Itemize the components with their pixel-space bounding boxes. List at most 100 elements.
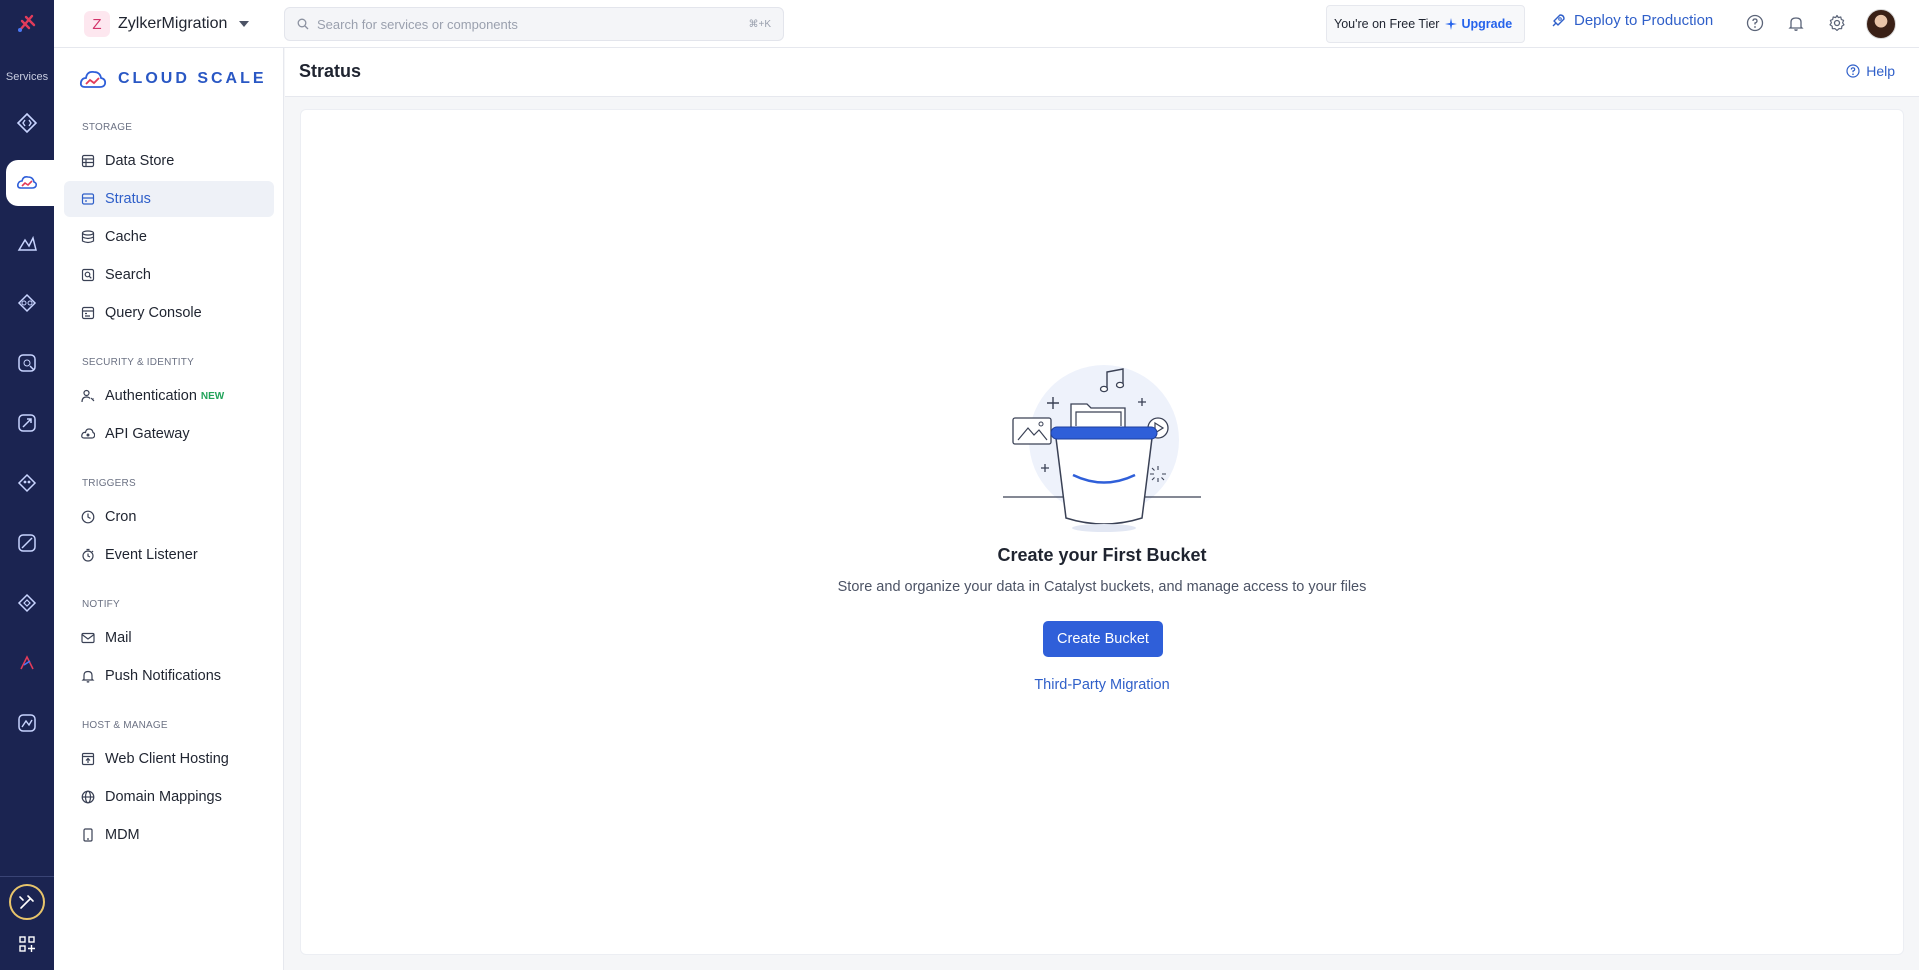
page-header: Stratus Help: [285, 48, 1919, 97]
new-badge: NEW: [200, 390, 225, 402]
cloudscale-title: CLOUD SCALE: [118, 70, 267, 87]
catalyst-logo-icon[interactable]: [12, 8, 42, 38]
bucket-illustration-icon: [1003, 365, 1201, 532]
deploy-to-production-button[interactable]: Deploy to Production: [1550, 12, 1713, 29]
sidebar-item-label: Authentication: [105, 388, 197, 404]
sidebar-item-label: Search: [105, 267, 151, 283]
upgrade-label: Upgrade: [1461, 17, 1513, 31]
help-link[interactable]: Help: [1846, 63, 1895, 79]
rail-serverless-icon[interactable]: [13, 109, 41, 137]
sidebar-item-event-listener[interactable]: Event Listener: [64, 537, 274, 573]
sidebar-item-label: Domain Mappings: [105, 789, 222, 805]
deploy-label: Deploy to Production: [1574, 12, 1714, 29]
sidebar-item-label: Event Listener: [105, 547, 198, 563]
sidebar-item-label: Data Store: [105, 153, 175, 169]
cloudscale-brand: CLOUD SCALE: [78, 66, 267, 92]
rail-zia-services-icon[interactable]: [13, 709, 41, 737]
sidebar-item-push-notifications[interactable]: Push Notifications: [64, 658, 274, 694]
rocket-icon: [1552, 13, 1565, 26]
sidebar-item-authentication[interactable]: Authentication NEW: [64, 378, 274, 414]
search-input[interactable]: [317, 16, 749, 32]
create-bucket-button[interactable]: Create Bucket: [1043, 621, 1163, 657]
mobile-device-icon: [81, 828, 95, 842]
section-triggers: TRIGGERS: [82, 478, 136, 489]
section-host-manage: HOST & MANAGE: [82, 720, 168, 731]
user-key-icon: [81, 389, 95, 403]
cloudscale-sidebar: CLOUD SCALE STORAGE Data Store Stratus C…: [54, 48, 284, 970]
help-circle-icon: [1846, 64, 1860, 78]
bell-icon: [81, 669, 95, 683]
empty-state-description: Store and organize your data in Catalyst…: [837, 579, 1367, 595]
cloudscale-logo-icon: [79, 70, 107, 88]
project-name: ZylkerMigration: [118, 15, 228, 32]
sidebar-item-cache[interactable]: Cache: [64, 219, 274, 255]
settings-gear-icon[interactable]: [1826, 12, 1848, 34]
sidebar-item-search[interactable]: Search: [64, 257, 274, 293]
bucket-icon: [81, 192, 95, 206]
empty-state-panel: Create your First Bucket Store and organ…: [300, 109, 1904, 955]
sidebar-item-mail[interactable]: Mail: [64, 620, 274, 656]
chevron-down-icon: [239, 21, 250, 27]
globe-icon: [81, 790, 95, 804]
notification-bell-icon[interactable]: [1785, 12, 1807, 34]
search-box-icon: [81, 268, 95, 282]
global-search[interactable]: ⌘+K: [284, 7, 784, 41]
clock-icon: [81, 510, 95, 524]
sparkle-icon: [1445, 18, 1458, 30]
gateway-icon: [81, 427, 95, 441]
sidebar-item-label: Query Console: [105, 305, 202, 321]
rail-quickml-icon[interactable]: [13, 649, 41, 677]
rail-devops-icon[interactable]: [13, 409, 41, 437]
rail-divider: [0, 876, 54, 877]
rail-connector-icon[interactable]: [13, 289, 41, 317]
search-shortcut: ⌘+K: [748, 18, 771, 30]
sidebar-item-label: Cache: [105, 229, 147, 245]
project-avatar: Z: [84, 11, 110, 37]
sidebar-item-query-console[interactable]: Query Console: [64, 295, 274, 331]
sidebar-item-web-client-hosting[interactable]: Web Client Hosting: [64, 741, 274, 777]
sidebar-item-api-gateway[interactable]: API Gateway: [64, 416, 274, 452]
free-tier-banner: You're on Free Tier Upgrade: [1326, 5, 1525, 43]
project-switcher[interactable]: Z ZylkerMigration: [84, 11, 250, 37]
developer-tools-icon[interactable]: [9, 884, 45, 920]
sidebar-item-mdm[interactable]: MDM: [64, 817, 274, 853]
rail-slate-icon[interactable]: [13, 589, 41, 617]
sidebar-item-label: Stratus: [105, 191, 151, 207]
user-avatar[interactable]: [1866, 9, 1896, 39]
sidebar-item-data-store[interactable]: Data Store: [64, 143, 274, 179]
console-icon: [81, 306, 95, 320]
tier-text: You're on Free Tier: [1334, 17, 1440, 31]
sidebar-item-label: Web Client Hosting: [105, 751, 229, 767]
section-storage: STORAGE: [82, 122, 133, 133]
help-circle-icon[interactable]: [1744, 12, 1766, 34]
stopwatch-icon: [81, 548, 95, 562]
sidebar-item-label: Cron: [105, 509, 137, 525]
sidebar-item-label: API Gateway: [105, 426, 190, 442]
section-security-identity: SECURITY & IDENTITY: [82, 357, 194, 368]
upload-window-icon: [81, 752, 95, 766]
empty-state-title: Create your First Bucket: [997, 545, 1207, 565]
sidebar-item-label: MDM: [105, 827, 140, 843]
rail-cloudscale-icon[interactable]: [13, 169, 41, 197]
top-bar: Z ZylkerMigration ⌘+K You're on Free Tie…: [54, 0, 1919, 48]
third-party-migration-link[interactable]: Third-Party Migration: [301, 677, 1903, 693]
services-rail: Services: [0, 0, 54, 970]
rail-signals-icon[interactable]: [13, 349, 41, 377]
database-icon: [81, 230, 95, 244]
sidebar-item-label: Mail: [105, 630, 132, 646]
rail-pipelines-icon[interactable]: [13, 529, 41, 557]
sidebar-item-domain-mappings[interactable]: Domain Mappings: [64, 779, 274, 815]
sidebar-item-stratus[interactable]: Stratus: [64, 181, 274, 217]
services-label: Services: [5, 71, 49, 83]
mail-icon: [81, 631, 95, 645]
rail-smartbrowz-icon[interactable]: [13, 469, 41, 497]
rail-zia-icon[interactable]: [13, 229, 41, 257]
help-label: Help: [1866, 63, 1895, 79]
search-icon: [297, 18, 309, 30]
section-notify: NOTIFY: [82, 599, 120, 610]
sidebar-item-cron[interactable]: Cron: [64, 499, 274, 535]
sidebar-item-label: Push Notifications: [105, 668, 222, 684]
apps-grid-icon[interactable]: [14, 931, 40, 957]
table-icon: [81, 154, 95, 168]
upgrade-link[interactable]: Upgrade: [1445, 17, 1512, 31]
